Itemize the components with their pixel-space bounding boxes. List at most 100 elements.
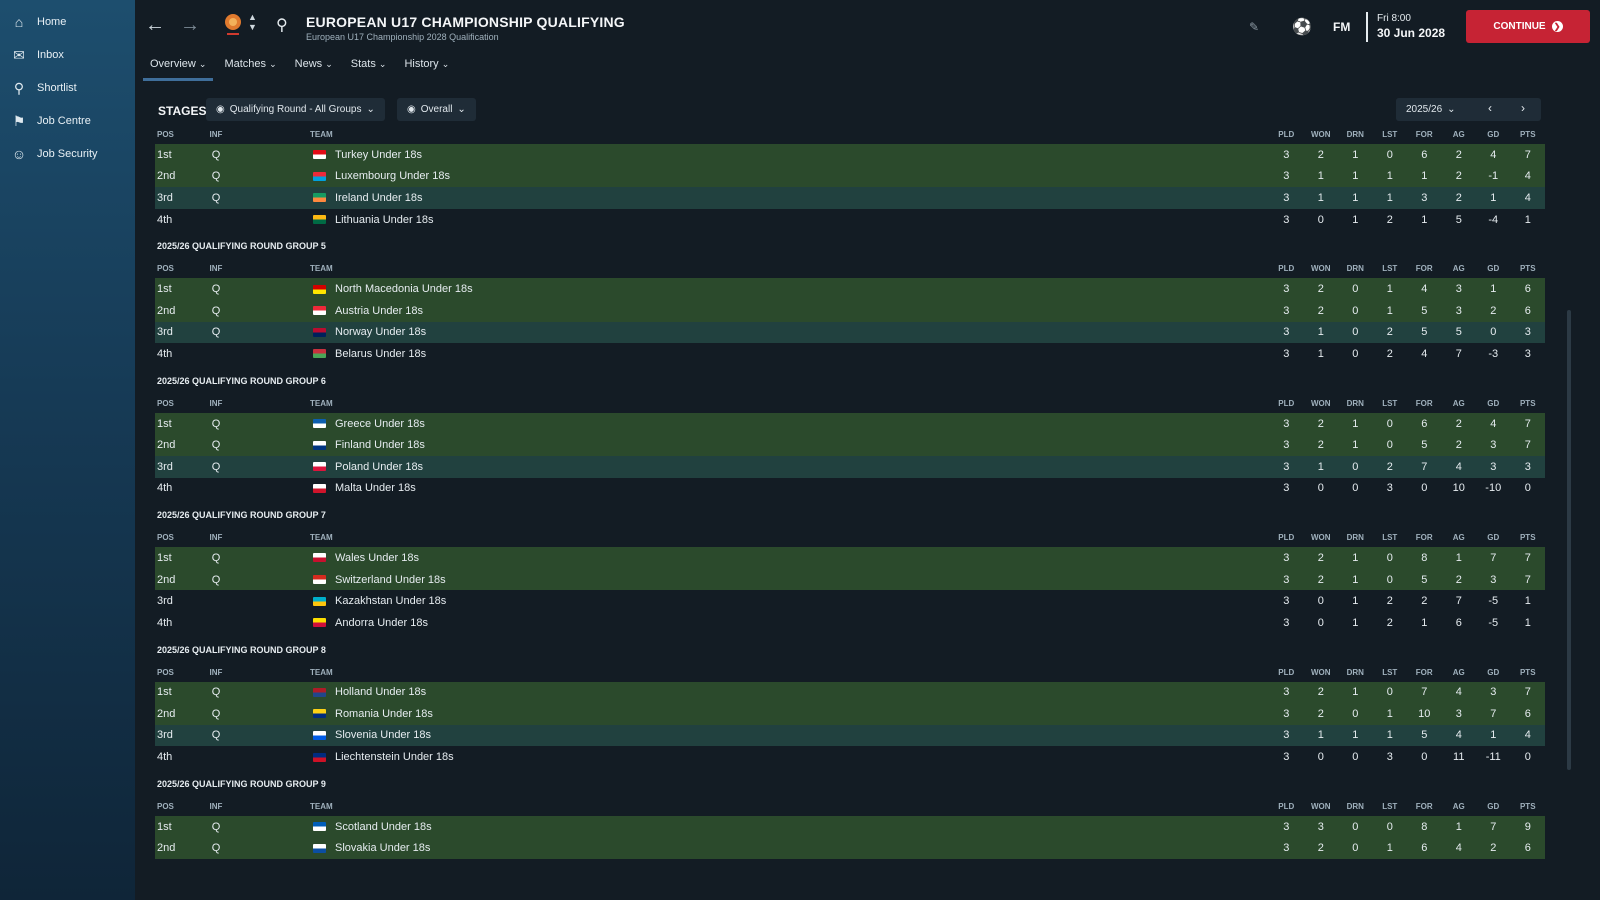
- table-row[interactable]: 1st Q Wales Under 18s 3 2 1 0 8 1 7 7: [155, 547, 1545, 569]
- team-name[interactable]: Ireland Under 18s: [335, 192, 422, 204]
- column-header-ag[interactable]: AG: [1442, 130, 1477, 139]
- column-header-lst[interactable]: LST: [1373, 130, 1408, 139]
- column-header-won[interactable]: WON: [1304, 668, 1339, 677]
- table-row[interactable]: 3rd Q Norway Under 18s 3 1 0 2 5 5 0 3: [155, 321, 1545, 344]
- team-name[interactable]: Slovenia Under 18s: [335, 729, 431, 741]
- column-header-ag[interactable]: AG: [1442, 533, 1477, 542]
- forward-button[interactable]: →: [180, 14, 200, 37]
- column-header-inf[interactable]: INF: [200, 668, 232, 677]
- column-header-won[interactable]: WON: [1304, 399, 1339, 408]
- table-row[interactable]: 1st Q Holland Under 18s 3 2 1 0 7 4 3 7: [155, 681, 1545, 704]
- table-row[interactable]: 1st Q Scotland Under 18s 3 3 0 0 8 1 7 9: [155, 815, 1545, 838]
- column-header-for[interactable]: FOR: [1407, 668, 1442, 677]
- table-row[interactable]: 4th Andorra Under 18s 3 0 1 2 1 6 -5 1: [155, 612, 1545, 634]
- switch-competition-icon[interactable]: ▲ ▼: [248, 12, 257, 32]
- search-icon[interactable]: ⚲: [276, 15, 288, 35]
- column-header-gd[interactable]: GD: [1476, 130, 1511, 139]
- table-row[interactable]: 1st Q Greece Under 18s 3 2 1 0 6 2 4 7: [155, 412, 1545, 435]
- team-name[interactable]: Turkey Under 18s: [335, 149, 422, 161]
- column-header-pts[interactable]: PTS: [1511, 130, 1546, 139]
- column-header-ag[interactable]: AG: [1442, 264, 1477, 273]
- table-row[interactable]: 4th Liechtenstein Under 18s 3 0 0 3 0 11 -11 0: [155, 746, 1545, 768]
- column-header-drn[interactable]: DRN: [1338, 130, 1373, 139]
- column-header-pos[interactable]: POS: [155, 533, 200, 542]
- table-row[interactable]: 2nd Q Switzerland Under 18s 3 2 1 0 5 2 3 7: [155, 568, 1545, 591]
- column-header-pts[interactable]: PTS: [1511, 668, 1546, 677]
- team-name[interactable]: Slovakia Under 18s: [335, 842, 430, 854]
- column-header-lst[interactable]: LST: [1373, 533, 1408, 542]
- table-row[interactable]: 4th Belarus Under 18s 3 1 0 2 4 7 -3 3: [155, 343, 1545, 365]
- team-name[interactable]: Andorra Under 18s: [335, 617, 428, 629]
- column-header-pos[interactable]: POS: [155, 668, 200, 677]
- column-header-pts[interactable]: PTS: [1511, 264, 1546, 273]
- column-header-lst[interactable]: LST: [1373, 399, 1408, 408]
- team-name[interactable]: Kazakhstan Under 18s: [335, 595, 446, 607]
- column-header-inf[interactable]: INF: [200, 802, 232, 811]
- column-header-for[interactable]: FOR: [1407, 399, 1442, 408]
- column-header-lst[interactable]: LST: [1373, 264, 1408, 273]
- table-row[interactable]: 2nd Q Luxembourg Under 18s 3 1 1 1 1 2 -1 4: [155, 165, 1545, 188]
- column-header-pts[interactable]: PTS: [1511, 802, 1546, 811]
- column-header-team[interactable]: TEAM: [232, 399, 1269, 408]
- team-name[interactable]: Austria Under 18s: [335, 305, 423, 317]
- table-row[interactable]: 2nd Q Slovakia Under 18s 3 2 0 1 6 4 2 6: [155, 837, 1545, 860]
- team-name[interactable]: Norway Under 18s: [335, 326, 426, 338]
- column-header-ag[interactable]: AG: [1442, 668, 1477, 677]
- column-header-drn[interactable]: DRN: [1338, 668, 1373, 677]
- column-header-inf[interactable]: INF: [200, 264, 232, 273]
- column-header-won[interactable]: WON: [1304, 264, 1339, 273]
- table-row[interactable]: 3rd Q Slovenia Under 18s 3 1 1 1 5 4 1 4: [155, 724, 1545, 747]
- column-header-lst[interactable]: LST: [1373, 668, 1408, 677]
- column-header-pld[interactable]: PLD: [1269, 130, 1304, 139]
- column-header-pld[interactable]: PLD: [1269, 533, 1304, 542]
- fm-logo[interactable]: FM: [1333, 20, 1350, 34]
- table-row[interactable]: 2nd Q Austria Under 18s 3 2 0 1 5 3 2 6: [155, 299, 1545, 322]
- table-row[interactable]: 3rd Kazakhstan Under 18s 3 0 1 2 2 7 -5 1: [155, 590, 1545, 612]
- table-row[interactable]: 4th Malta Under 18s 3 0 0 3 0 10 -10 0: [155, 478, 1545, 500]
- table-row[interactable]: 2nd Q Romania Under 18s 3 2 0 1 10 3 7 6: [155, 703, 1545, 725]
- column-header-gd[interactable]: GD: [1476, 802, 1511, 811]
- column-header-pld[interactable]: PLD: [1269, 802, 1304, 811]
- sidebar-item-shortlist[interactable]: ⚲ Shortlist: [0, 73, 135, 103]
- column-header-won[interactable]: WON: [1304, 802, 1339, 811]
- team-name[interactable]: Switzerland Under 18s: [335, 574, 446, 586]
- column-header-drn[interactable]: DRN: [1338, 533, 1373, 542]
- table-row[interactable]: 3rd Q Ireland Under 18s 3 1 1 1 3 2 1 4: [155, 187, 1545, 209]
- tab-news[interactable]: News ⌄: [288, 56, 340, 81]
- column-header-for[interactable]: FOR: [1407, 802, 1442, 811]
- column-header-gd[interactable]: GD: [1476, 668, 1511, 677]
- team-name[interactable]: Greece Under 18s: [335, 418, 425, 430]
- column-header-for[interactable]: FOR: [1407, 264, 1442, 273]
- column-header-inf[interactable]: INF: [200, 130, 232, 139]
- tab-stats[interactable]: Stats ⌄: [344, 56, 394, 81]
- sidebar-item-home[interactable]: ⌂ Home: [0, 7, 135, 37]
- column-header-drn[interactable]: DRN: [1338, 802, 1373, 811]
- back-button[interactable]: ←: [145, 14, 165, 37]
- column-header-won[interactable]: WON: [1304, 130, 1339, 139]
- column-header-team[interactable]: TEAM: [232, 668, 1269, 677]
- next-season-button[interactable]: ›: [1521, 101, 1525, 115]
- column-header-drn[interactable]: DRN: [1338, 399, 1373, 408]
- table-row[interactable]: 2nd Q Finland Under 18s 3 2 1 0 5 2 3 7: [155, 434, 1545, 456]
- team-name[interactable]: Romania Under 18s: [335, 708, 433, 720]
- column-header-for[interactable]: FOR: [1407, 130, 1442, 139]
- column-header-gd[interactable]: GD: [1476, 533, 1511, 542]
- globe-icon[interactable]: ⚽: [1292, 17, 1312, 37]
- team-name[interactable]: Finland Under 18s: [335, 439, 425, 451]
- tab-overview[interactable]: Overview ⌄: [143, 56, 214, 81]
- table-row[interactable]: 1st Q North Macedonia Under 18s 3 2 0 1 4 3 1 6: [155, 278, 1545, 300]
- column-header-lst[interactable]: LST: [1373, 802, 1408, 811]
- column-header-pos[interactable]: POS: [155, 264, 200, 273]
- column-header-gd[interactable]: GD: [1476, 264, 1511, 273]
- column-header-drn[interactable]: DRN: [1338, 264, 1373, 273]
- team-name[interactable]: Wales Under 18s: [335, 552, 419, 564]
- team-name[interactable]: Poland Under 18s: [335, 461, 423, 473]
- column-header-pts[interactable]: PTS: [1511, 399, 1546, 408]
- team-name[interactable]: Malta Under 18s: [335, 482, 416, 494]
- tab-matches[interactable]: Matches ⌄: [217, 56, 283, 81]
- column-header-pts[interactable]: PTS: [1511, 533, 1546, 542]
- season-dropdown[interactable]: 2025/26 ⌄: [1396, 98, 1466, 121]
- column-header-pos[interactable]: POS: [155, 399, 200, 408]
- column-header-pos[interactable]: POS: [155, 130, 200, 139]
- column-header-for[interactable]: FOR: [1407, 533, 1442, 542]
